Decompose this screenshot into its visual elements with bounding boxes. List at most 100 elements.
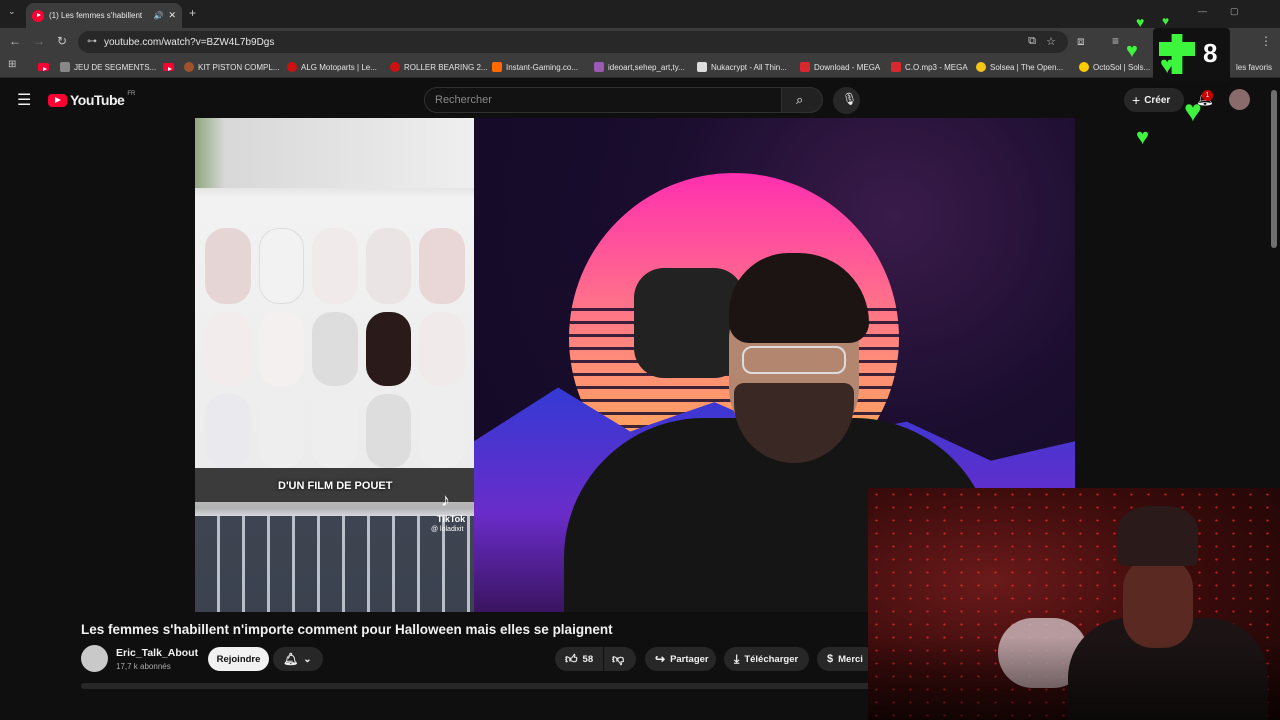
bookmark-8[interactable]: C.O.mp3 - MEGA: [891, 60, 968, 74]
hamburger-menu-icon[interactable]: ☰: [17, 90, 31, 110]
bookmark-7[interactable]: Download - MEGA: [800, 60, 880, 74]
menu-icon[interactable]: ⋮: [1260, 35, 1272, 47]
like-button[interactable]: 👍︎ 58: [555, 647, 603, 671]
tab-search-icon[interactable]: ⌄: [8, 7, 16, 16]
bookmark-5[interactable]: ideoart,sehep_art,ty...: [594, 60, 685, 74]
bookmark-label: Nukacrypt - All Thin...: [711, 62, 787, 72]
speaker-icon[interactable]: 🔊: [153, 11, 163, 20]
browser-toolbar: ← → ↻ ⊶ youtube.com/watch?v=BZW4L7b9Dgs …: [0, 28, 1280, 56]
dislike-button[interactable]: 👎︎: [604, 647, 636, 671]
bookmark-0[interactable]: JEU DE SEGMENTS...: [60, 60, 156, 74]
back-icon[interactable]: ←: [9, 35, 21, 47]
bookmark-youtube-2[interactable]: [163, 60, 174, 74]
bookmark-6[interactable]: Nukacrypt - All Thin...: [697, 60, 787, 74]
site-info-icon[interactable]: ⊶: [87, 36, 97, 47]
search-button[interactable]: ⌕: [781, 87, 823, 113]
bookmark-label: Instant-Gaming.co...: [506, 62, 579, 72]
tab-youtube[interactable]: (1) Les femmes s'habillent 🔊 ✕: [26, 3, 182, 28]
notification-badge: 1: [1202, 90, 1213, 101]
all-bookmarks[interactable]: les favoris: [1236, 60, 1272, 74]
forward-icon[interactable]: →: [33, 35, 45, 47]
bookmark-star-icon[interactable]: ☆: [1046, 35, 1056, 48]
apps-grid-icon[interactable]: ⊞: [8, 60, 16, 70]
extensions-icon[interactable]: ⧈: [1077, 35, 1085, 47]
streamer2-face: [1123, 558, 1193, 648]
thanks-icon: $: [827, 653, 834, 665]
join-button[interactable]: Rejoindre: [208, 647, 269, 671]
plus-icon: +: [1132, 92, 1141, 108]
bookmark-favicon-icon: [492, 62, 502, 72]
chair-headrest: [634, 268, 744, 378]
bookmark-favicon-icon: [976, 62, 986, 72]
tab-title: (1) Les femmes s'habillent: [49, 11, 143, 20]
bookmark-favicon-icon: [697, 62, 707, 72]
region-code: FR: [127, 91, 136, 97]
scrollbar-thumb[interactable]: [1271, 90, 1277, 248]
thumbs-down-icon: 👎︎: [612, 651, 625, 666]
cam-floor: [868, 638, 1280, 720]
address-bar[interactable]: ⊶ youtube.com/watch?v=BZW4L7b9Dgs ⧉ ☆: [78, 31, 1068, 53]
bookmark-label: Solsea | The Open...: [990, 62, 1064, 72]
search-icon: ⌕: [796, 92, 804, 107]
new-tab-icon[interactable]: +: [189, 7, 196, 19]
bookmark-label: ideoart,sehep_art,ty...: [608, 62, 685, 72]
youtube-favicon-icon: [32, 9, 44, 22]
thumbs-up-icon: 👍︎: [565, 651, 578, 666]
maximize-icon[interactable]: ▢: [1230, 6, 1239, 17]
minimize-icon[interactable]: —: [1198, 6, 1207, 16]
voice-search-button[interactable]: 🎙: [833, 87, 860, 114]
reload-icon[interactable]: ↻: [57, 35, 67, 47]
bookmark-favicon-icon: [1079, 62, 1089, 72]
bookmark-10[interactable]: OctoSol | Sols...: [1079, 60, 1150, 74]
webcam-overlay: [868, 488, 1280, 720]
tiktok-clip: D'UN FILM DE POUET ♪ TikTok @ loladixit: [195, 118, 474, 612]
reading-list-icon[interactable]: ≡: [1112, 35, 1119, 47]
channel-name[interactable]: Eric_Talk_About: [116, 647, 198, 659]
streamer2-hat: [1118, 506, 1198, 566]
bookmark-favicon-icon: [60, 62, 70, 72]
bookmark-favicon-icon: [594, 62, 604, 72]
heart-icon: ♥: [1162, 14, 1170, 28]
download-button[interactable]: ⤓ Télécharger: [724, 647, 809, 671]
bookmark-2[interactable]: ALG Motoparts | Le...: [287, 60, 377, 74]
thanks-label: Merci: [838, 653, 863, 665]
install-icon[interactable]: ⧉: [1028, 35, 1036, 48]
avatar[interactable]: [1229, 89, 1250, 110]
bookmark-label: C.O.mp3 - MEGA: [905, 62, 968, 72]
bookmark-9[interactable]: Solsea | The Open...: [976, 60, 1063, 74]
subscription-bell-button[interactable]: 🔔︎ ⌄: [273, 647, 323, 671]
youtube-favicon-icon: [163, 63, 174, 71]
share-icon: ↪: [655, 652, 666, 666]
bookmark-favicon-icon: [390, 62, 400, 72]
channel-avatar[interactable]: [81, 645, 108, 672]
create-button[interactable]: + Créer: [1124, 88, 1184, 112]
bookmark-favicon-icon: [287, 62, 297, 72]
bookmark-favicon-icon: [891, 62, 901, 72]
bookmark-label: ROLLER BEARING 2...: [404, 62, 488, 72]
tiktok-user: @ loladixit: [431, 526, 464, 533]
description-box[interactable]: [81, 683, 871, 689]
all-bookmarks-label: les favoris: [1236, 62, 1273, 72]
youtube-logo[interactable]: YouTube FR: [48, 91, 136, 108]
bookmarks-bar: ⊞ JEU DE SEGMENTS... KIT PISTON COMPL...…: [0, 56, 1280, 78]
bookmark-youtube[interactable]: [38, 60, 49, 74]
like-count: 58: [582, 653, 594, 665]
alert-counter: 8: [1203, 38, 1218, 68]
url-text: youtube.com/watch?v=BZW4L7b9Dgs: [104, 36, 275, 48]
youtube-logo-text: YouTube: [70, 92, 125, 108]
share-button[interactable]: ↪ Partager: [645, 647, 716, 671]
tiktok-brand: TikTok: [437, 514, 466, 524]
browser-tabstrip: ⌄ (1) Les femmes s'habillent 🔊 ✕ + — ▢: [0, 0, 1280, 28]
bookmark-label: JEU DE SEGMENTS...: [74, 62, 157, 72]
heart-icon: ♥: [1126, 40, 1138, 62]
bookmark-1[interactable]: KIT PISTON COMPL...: [184, 60, 280, 74]
heart-icon: ♥: [1184, 95, 1202, 128]
microphone-icon: 🎙: [842, 92, 858, 106]
tiktok-logo-icon: ♪: [441, 490, 450, 510]
join-label: Rejoindre: [216, 653, 261, 665]
tiktok-caption: D'UN FILM DE POUET: [278, 480, 393, 492]
bookmark-3[interactable]: ROLLER BEARING 2...: [390, 60, 488, 74]
close-tab-icon[interactable]: ✕: [168, 10, 176, 21]
search-input[interactable]: Rechercher: [424, 87, 782, 113]
bookmark-4[interactable]: Instant-Gaming.co...: [492, 60, 578, 74]
